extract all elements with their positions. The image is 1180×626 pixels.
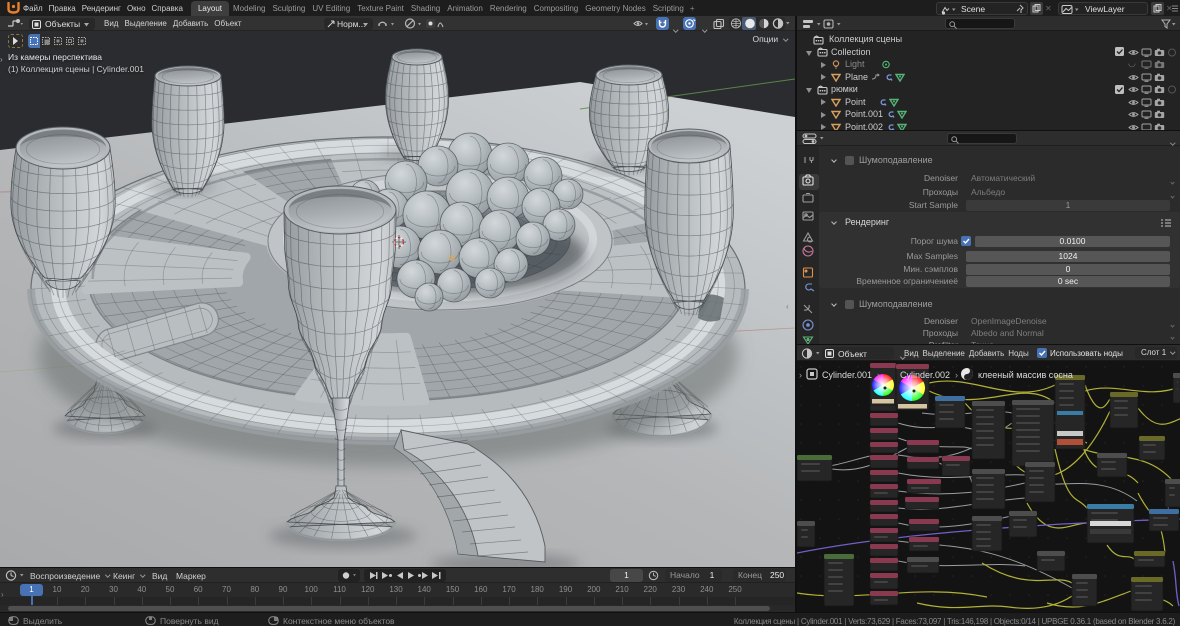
svg-text:Cylinder.002: Cylinder.002 [900, 370, 950, 380]
svg-text:Cylinder.001: Cylinder.001 [822, 370, 872, 380]
svg-text:›: › [799, 370, 802, 380]
svg-text:›: › [877, 370, 880, 380]
svg-text:›: › [955, 370, 958, 380]
svg-text:клееный массив сосна: клееный массив сосна [978, 370, 1073, 380]
